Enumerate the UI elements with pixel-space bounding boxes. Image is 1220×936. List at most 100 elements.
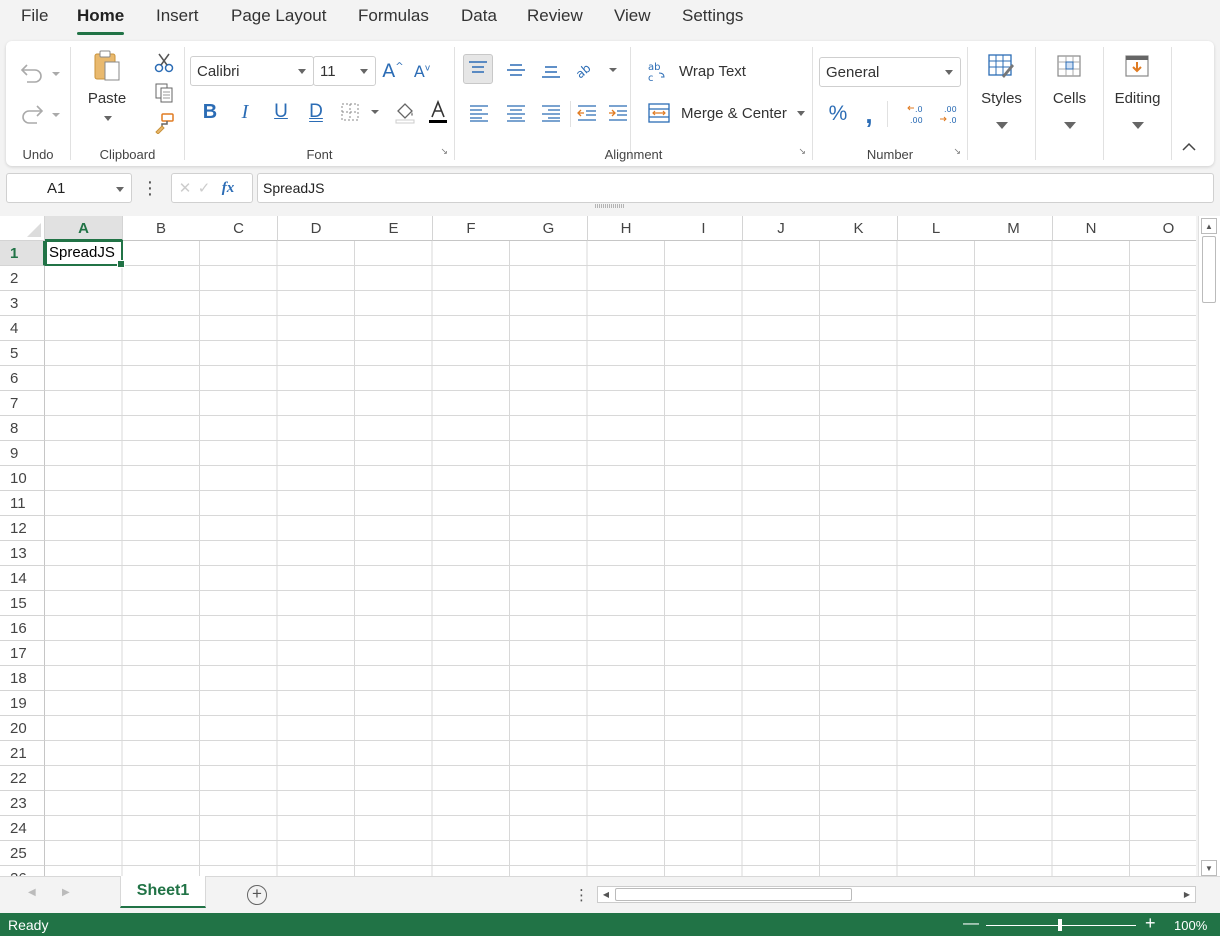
increase-font-button[interactable]: A^ (382, 58, 404, 84)
cells-group[interactable]: Cells (1036, 41, 1103, 166)
wrap-text-button[interactable]: ab c Wrap Text (645, 57, 755, 85)
row-header[interactable]: 12 (0, 516, 45, 541)
add-sheet-icon[interactable]: + (247, 885, 267, 905)
row-header[interactable]: 24 (0, 816, 45, 841)
row-header[interactable]: 15 (0, 591, 45, 616)
row-header[interactable]: 26 (0, 866, 45, 876)
tab-view[interactable]: View (614, 6, 651, 26)
select-all-corner[interactable] (0, 216, 45, 241)
row-header[interactable]: 11 (0, 491, 45, 516)
tab-formulas[interactable]: Formulas (358, 6, 429, 26)
column-header[interactable]: B (122, 216, 201, 241)
row-header[interactable]: 1 (0, 241, 45, 266)
alignment-dialog-launcher-icon[interactable]: ↘ (798, 146, 806, 157)
row-header[interactable]: 10 (0, 466, 45, 491)
tab-data[interactable]: Data (461, 6, 497, 26)
align-bottom-button[interactable] (537, 56, 565, 84)
column-header[interactable]: I (665, 216, 743, 241)
decrease-decimal-button[interactable]: .00 .0 (937, 101, 963, 127)
row-header[interactable]: 16 (0, 616, 45, 641)
styles-button[interactable] (986, 51, 1016, 81)
column-header[interactable]: N (1052, 216, 1131, 241)
decrease-indent-button[interactable] (573, 99, 601, 127)
row-header[interactable]: 3 (0, 291, 45, 316)
font-size-select[interactable]: 11 (313, 56, 376, 86)
tab-insert[interactable]: Insert (156, 6, 199, 26)
cell-area[interactable] (45, 241, 1196, 876)
orientation-button[interactable]: ab (572, 56, 618, 84)
fill-color-button[interactable] (392, 99, 418, 125)
cancel-icon[interactable]: ✕ (178, 180, 192, 197)
redo-button[interactable] (14, 102, 64, 126)
font-name-select[interactable]: Calibri (190, 56, 314, 86)
row-header[interactable]: 19 (0, 691, 45, 716)
cut-button[interactable] (151, 51, 177, 75)
zoom-level[interactable]: 100% (1174, 918, 1207, 933)
paste-dropdown-arrow[interactable] (104, 116, 112, 121)
borders-button[interactable] (338, 99, 384, 125)
row-header[interactable]: 5 (0, 341, 45, 366)
font-color-button[interactable] (425, 99, 451, 125)
column-header[interactable]: F (432, 216, 511, 241)
row-header[interactable]: 14 (0, 566, 45, 591)
row-header[interactable]: 2 (0, 266, 45, 291)
column-header[interactable]: A (45, 216, 123, 241)
confirm-icon[interactable]: ✓ (197, 180, 211, 197)
column-header[interactable]: J (742, 216, 821, 241)
column-header[interactable]: M (975, 216, 1053, 241)
number-dialog-launcher-icon[interactable]: ↘ (953, 146, 961, 157)
tab-page-layout[interactable]: Page Layout (231, 6, 326, 26)
formula-input[interactable]: SpreadJS (257, 173, 1214, 203)
align-middle-button[interactable] (502, 56, 530, 84)
column-header[interactable]: L (897, 216, 976, 241)
bold-button[interactable]: B (199, 99, 221, 125)
copy-button[interactable] (151, 81, 177, 105)
undo-button[interactable] (14, 61, 64, 85)
row-header[interactable]: 21 (0, 741, 45, 766)
vertical-scroll-thumb[interactable] (1202, 236, 1216, 303)
column-header[interactable]: K (820, 216, 898, 241)
active-cell[interactable]: SpreadJS (45, 240, 125, 268)
row-header[interactable]: 6 (0, 366, 45, 391)
row-header[interactable]: 25 (0, 841, 45, 866)
cells-button[interactable] (1054, 51, 1084, 81)
editing-group[interactable]: Editing (1104, 41, 1171, 166)
align-top-button[interactable] (463, 54, 493, 84)
number-format-select[interactable]: General (819, 57, 961, 87)
row-header[interactable]: 9 (0, 441, 45, 466)
align-right-button[interactable] (537, 99, 565, 127)
comma-style-button[interactable]: , (857, 101, 881, 127)
tab-home[interactable]: Home (77, 6, 125, 35)
row-header[interactable]: 17 (0, 641, 45, 666)
horizontal-scroll-thumb[interactable] (615, 888, 852, 901)
styles-group[interactable]: Styles (968, 41, 1035, 166)
increase-decimal-button[interactable]: .0 .00 (905, 101, 931, 127)
double-underline-button[interactable]: D (305, 99, 327, 125)
align-left-button[interactable] (465, 99, 493, 127)
insert-function-icon[interactable]: fx (218, 178, 238, 198)
horizontal-scrollbar[interactable]: ◀ ▶ (597, 886, 1196, 903)
column-header[interactable]: E (355, 216, 433, 241)
row-header[interactable]: 22 (0, 766, 45, 791)
row-header[interactable]: 13 (0, 541, 45, 566)
tab-file[interactable]: File (21, 6, 48, 26)
merge-center-button[interactable]: Merge & Center (648, 99, 810, 127)
vertical-scrollbar[interactable]: ▲ ▼ (1198, 216, 1220, 876)
scroll-up-icon[interactable]: ▲ (1201, 218, 1217, 234)
italic-button[interactable]: I (234, 99, 256, 125)
tab-splitter-icon[interactable]: ⋮ (574, 886, 589, 904)
row-header[interactable]: 4 (0, 316, 45, 341)
row-header[interactable]: 20 (0, 716, 45, 741)
format-painter-button[interactable] (151, 111, 177, 135)
zoom-out-icon[interactable]: — (963, 915, 979, 933)
collapse-ribbon-button[interactable] (1176, 137, 1202, 157)
resize-grip[interactable] (595, 204, 625, 208)
column-header[interactable]: G (510, 216, 588, 241)
name-box[interactable]: A1 (6, 173, 132, 203)
zoom-in-icon[interactable]: + (1145, 913, 1156, 934)
column-header[interactable]: H (587, 216, 666, 241)
formula-bar-options-icon[interactable]: · · · (143, 172, 157, 204)
underline-button[interactable]: U (270, 99, 292, 125)
percent-style-button[interactable]: % (825, 101, 851, 127)
next-sheet-icon[interactable]: ▶ (62, 887, 70, 898)
